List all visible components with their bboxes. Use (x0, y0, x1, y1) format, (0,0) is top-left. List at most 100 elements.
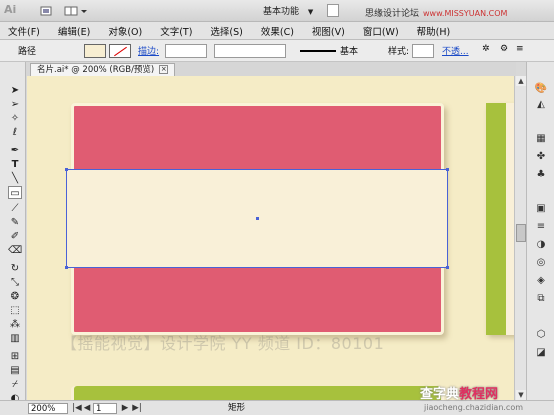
selection-type-label: 路径 (18, 47, 37, 57)
scale-tool-icon[interactable]: ⤡ (8, 276, 22, 289)
settings-icon[interactable]: ⚙ (500, 44, 508, 58)
document-tab[interactable]: 名片.ai* @ 200% (RGB/预览) × (30, 63, 176, 76)
isolate-icon[interactable]: ✲ (482, 44, 490, 58)
fill-swatch[interactable] (84, 44, 106, 58)
menu-help[interactable]: 帮助(H) (417, 24, 451, 38)
app-logo: Ai (4, 3, 17, 16)
anchor-point[interactable] (446, 266, 449, 269)
rectangle-tool-icon[interactable]: ▭ (8, 186, 22, 199)
first-page-button[interactable]: |◀ (72, 403, 82, 414)
transform-icon[interactable]: ⬡ (534, 328, 548, 341)
magic-wand-tool-icon[interactable]: ✧ (8, 112, 22, 125)
right-card-shape[interactable] (486, 103, 514, 335)
next-page-button[interactable]: ▶ (120, 403, 130, 414)
opacity-link[interactable]: 不透... (442, 44, 469, 58)
brushes-icon[interactable]: ✤ (534, 150, 548, 163)
direct-selection-tool-icon[interactable]: ➢ (8, 98, 22, 111)
pen-tool-icon[interactable]: ✒ (8, 144, 22, 157)
type-tool-icon[interactable]: T (8, 158, 22, 171)
document-tab-row: 名片.ai* @ 200% (RGB/预览) × (26, 62, 516, 76)
panel-dock: 🎨 ◭ ▦ ✤ ♣ ▣ ≡ ◑ ◎ ◈ ⧉ ⬡ ◪ (526, 62, 554, 404)
gradient-panel-icon[interactable]: ◭ (534, 98, 548, 111)
menu-object[interactable]: 对象(O) (108, 24, 142, 38)
prev-page-button[interactable]: ◀ (82, 403, 92, 414)
site-watermark-sub: jiaocheng.chazidian.com (424, 403, 524, 412)
symbols-icon[interactable]: ♣ (534, 168, 548, 181)
menu-edit[interactable]: 编辑(E) (58, 24, 90, 38)
arrange-icon (64, 6, 87, 16)
center-point[interactable] (256, 217, 259, 220)
watermark-top: 思缘设计论坛 www.MISSYUAN.COM (365, 6, 507, 19)
mesh-tool-icon[interactable]: ⊞ (8, 350, 22, 363)
menu-view[interactable]: 视图(V) (312, 24, 345, 38)
bottom-card-shape[interactable] (71, 386, 444, 400)
menu-effect[interactable]: 效果(C) (261, 24, 294, 38)
pathfinder-icon[interactable]: ◪ (534, 346, 548, 359)
free-transform-tool-icon[interactable]: ⬚ (8, 304, 22, 317)
stroke-weight-select[interactable] (165, 44, 207, 58)
watermark-top-sub: www.MISSYUAN.COM (423, 9, 508, 18)
canvas-watermark: 【摇能视觉】设计学院 YY 频道 ID：80101 (61, 334, 385, 353)
current-tool-status: 矩形 (228, 403, 246, 413)
search-input[interactable] (327, 4, 339, 17)
scroll-down-icon[interactable]: ▼ (516, 390, 526, 400)
artboard-canvas[interactable]: 【摇能视觉】设计学院 YY 频道 ID：80101 (27, 76, 514, 400)
document-tab-title: 名片.ai* @ 200% (RGB/预览) (37, 65, 155, 75)
menu-type[interactable]: 文字(T) (160, 24, 192, 38)
title-bar: Ai 基本功能 ▼ 思缘设计论坛 www.MISSYUAN.COM (0, 0, 554, 22)
scroll-up-icon[interactable]: ▲ (516, 76, 526, 86)
line-tool-icon[interactable]: ╲ (8, 172, 22, 185)
site-watermark-part1: 查字典 (420, 387, 460, 402)
graph-tool-icon[interactable]: ▥ (8, 332, 22, 345)
anchor-point[interactable] (65, 168, 68, 171)
anchor-point[interactable] (65, 266, 68, 269)
swatches-icon[interactable]: ▦ (534, 132, 548, 145)
eraser-tool-icon[interactable]: ⌫ (8, 244, 22, 257)
arrange-documents-button[interactable] (62, 4, 90, 18)
align-icon[interactable]: ⧉ (534, 292, 548, 305)
site-watermark: 查字典教程网 (420, 383, 498, 402)
workspace-label: 基本功能 (263, 7, 300, 17)
last-page-button[interactable]: ▶| (132, 403, 142, 414)
rotate-tool-icon[interactable]: ↻ (8, 262, 22, 275)
menu-file[interactable]: 文件(F) (8, 24, 40, 38)
green-bar (486, 103, 506, 335)
control-more-button[interactable]: ≡ (516, 44, 524, 58)
eyedropper-tool-icon[interactable]: ⌿ (8, 378, 22, 391)
paintbrush-tool-icon[interactable]: ⟋ (8, 202, 22, 215)
menu-window[interactable]: 窗口(W) (363, 24, 399, 38)
pencil-tool-icon[interactable]: ✎ (8, 216, 22, 229)
stroke-panel-icon[interactable]: ≡ (534, 220, 548, 233)
lasso-tool-icon[interactable]: ℓ (8, 126, 22, 139)
selected-rectangle[interactable] (65, 168, 449, 269)
selection-tool-icon[interactable]: ➤ (8, 84, 22, 97)
vertical-scrollbar[interactable]: ▲ ▼ (514, 76, 526, 400)
zoom-select[interactable]: 200% (28, 403, 68, 414)
menu-select[interactable]: 选择(S) (210, 24, 242, 38)
close-icon[interactable]: × (159, 65, 169, 74)
transparency-icon[interactable]: ◑ (534, 238, 548, 251)
warp-tool-icon[interactable]: ❂ (8, 290, 22, 303)
stroke-link[interactable]: 描边: (138, 44, 159, 58)
graphic-style-select[interactable] (412, 44, 434, 58)
bridge-button[interactable] (38, 4, 54, 18)
scroll-thumb[interactable] (516, 224, 526, 242)
page-number-input[interactable]: 1 (93, 403, 117, 414)
gradient-tool-icon[interactable]: ▤ (8, 364, 22, 377)
workspace-switcher[interactable]: 基本功能 ▼ (263, 4, 313, 18)
brush-stroke-preview (300, 50, 336, 52)
anchor-point[interactable] (446, 168, 449, 171)
menu-bar: 文件(F) 编辑(E) 对象(O) 文字(T) 选择(S) 效果(C) 视图(V… (0, 22, 554, 40)
brush-label[interactable]: 基本 (340, 44, 358, 58)
appearance-icon[interactable]: ◎ (534, 256, 548, 269)
chevron-down-icon: ▼ (307, 8, 314, 16)
variable-width-select[interactable] (214, 44, 286, 58)
color-guide-icon[interactable]: 🎨 (534, 82, 548, 95)
tools-panel: ➤ ➢ ✧ ℓ ✒ T ╲ ▭ ⟋ ✎ ✐ ⌫ ↻ ⤡ ❂ ⬚ ⁂ ▥ ⊞ ▤ … (0, 62, 26, 404)
blob-brush-tool-icon[interactable]: ✐ (8, 230, 22, 243)
layers-icon[interactable]: ◈ (534, 274, 548, 287)
stroke-swatch[interactable] (109, 44, 131, 58)
graphic-styles-icon[interactable]: ▣ (534, 202, 548, 215)
green-bar (74, 386, 441, 400)
symbol-sprayer-tool-icon[interactable]: ⁂ (8, 318, 22, 331)
